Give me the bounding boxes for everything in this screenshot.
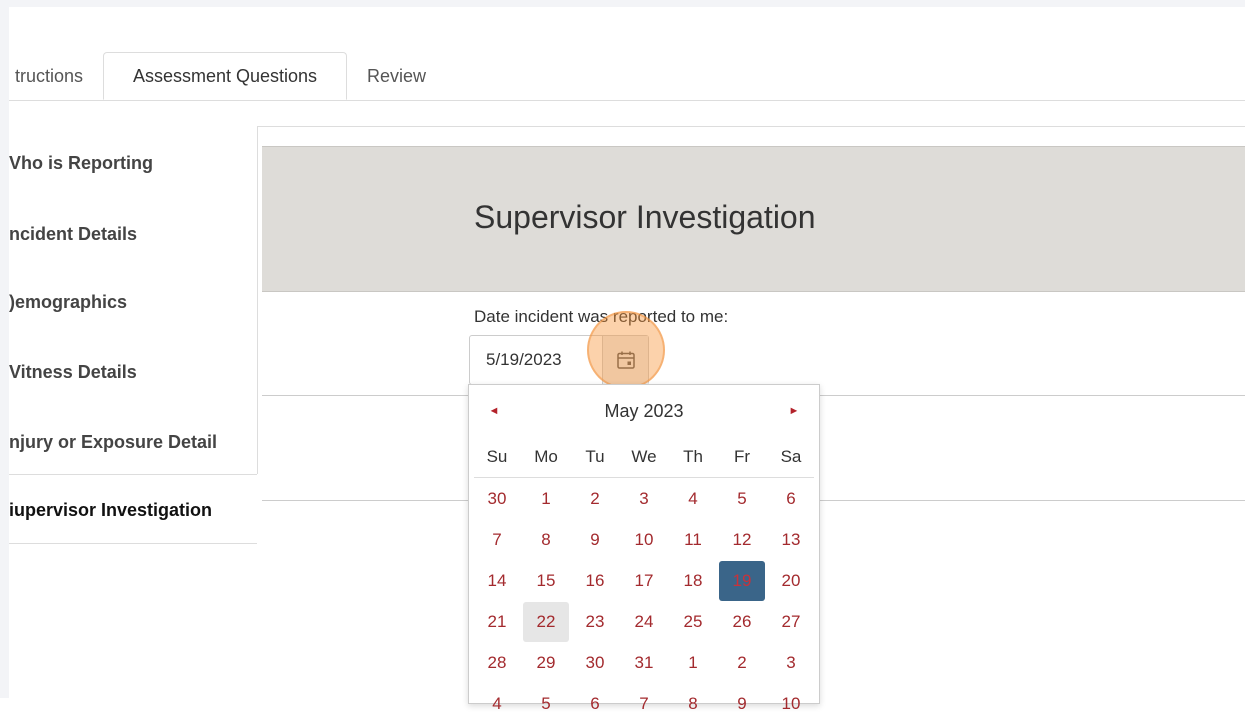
calendar-day[interactable]: 5 xyxy=(523,684,569,724)
calendar-day[interactable]: 2 xyxy=(719,643,765,683)
sidebar-item-witness-details[interactable]: Vitness Details xyxy=(9,337,257,407)
tab-label: Review xyxy=(367,66,427,86)
panel-header: Supervisor Investigation xyxy=(262,146,1245,292)
calendar-day[interactable]: 18 xyxy=(670,561,716,601)
calendar-day[interactable]: 24 xyxy=(621,602,667,642)
sidebar-item-label: njury or Exposure Detail xyxy=(9,432,218,452)
calendar-day[interactable]: 20 xyxy=(768,561,814,601)
calendar-day[interactable]: 21 xyxy=(474,602,520,642)
month-label[interactable]: May 2023 xyxy=(519,385,769,437)
calendar-day[interactable]: 9 xyxy=(572,520,618,560)
calendar-day[interactable]: 23 xyxy=(572,602,618,642)
calendar-day[interactable]: 30 xyxy=(474,479,520,519)
calendar-day[interactable]: 30 xyxy=(572,643,618,683)
sidebar: Vho is Reporting ncident Details )emogra… xyxy=(9,126,257,544)
sidebar-item-incident-details[interactable]: ncident Details xyxy=(9,199,257,269)
weekday-label: Fr xyxy=(733,447,751,466)
sidebar-border xyxy=(257,126,258,474)
weekday-label: Tu xyxy=(585,447,605,466)
datepicker-calendar: ◄ May 2023 ► Su Mo Tu We Th Fr Sa 30 1 2 3 4… xyxy=(468,384,820,713)
sidebar-item-who-is-reporting[interactable]: Vho is Reporting xyxy=(9,128,257,198)
calendar-day[interactable]: 16 xyxy=(572,561,618,601)
calendar-day[interactable]: 3 xyxy=(768,643,814,683)
sidebar-item-label: ncident Details xyxy=(9,224,138,244)
sidebar-item-supervisor-investigation[interactable]: iupervisor Investigation xyxy=(9,474,257,544)
sidebar-item-demographics[interactable]: )emographics xyxy=(9,267,257,337)
date-field xyxy=(469,335,649,385)
top-strip xyxy=(0,0,1245,7)
weekday-header: Su Mo Tu We Th Fr Sa xyxy=(474,437,814,478)
calendar-day[interactable]: 3 xyxy=(621,479,667,519)
calendar-day[interactable]: 9 xyxy=(719,684,765,724)
sidebar-item-injury-exposure[interactable]: njury or Exposure Detail xyxy=(9,407,257,477)
left-strip xyxy=(0,0,9,698)
date-field-label: Date incident was reported to me: xyxy=(474,307,729,326)
calendar-day[interactable]: 4 xyxy=(670,479,716,519)
calendar-day[interactable]: 8 xyxy=(523,520,569,560)
weekday-label: Mo xyxy=(534,447,558,466)
sidebar-item-label: Vitness Details xyxy=(9,362,137,382)
calendar-day[interactable]: 8 xyxy=(670,684,716,724)
calendar-header: ◄ May 2023 ► xyxy=(469,385,819,437)
calendar-day[interactable]: 10 xyxy=(768,684,814,724)
calendar-day[interactable]: 26 xyxy=(719,602,765,642)
calendar-day[interactable]: 6 xyxy=(572,684,618,724)
calendar-day[interactable]: 14 xyxy=(474,561,520,601)
calendar-day[interactable]: 7 xyxy=(621,684,667,724)
calendar-day[interactable]: 7 xyxy=(474,520,520,560)
tab-bar: tructions Assessment Questions Review xyxy=(9,52,1245,101)
calendar-day[interactable]: 6 xyxy=(768,479,814,519)
sidebar-item-label: )emographics xyxy=(9,292,128,312)
calendar-day[interactable]: 15 xyxy=(523,561,569,601)
calendar-icon xyxy=(617,351,635,369)
tab-instructions[interactable]: tructions xyxy=(9,52,101,100)
calendar-day[interactable]: 17 xyxy=(621,561,667,601)
calendar-day[interactable]: 1 xyxy=(523,479,569,519)
calendar-day-today[interactable]: 22 xyxy=(523,602,569,642)
weekday-label: Th xyxy=(683,447,703,466)
prev-month-button[interactable]: ◄ xyxy=(474,385,514,437)
calendar-day-selected[interactable]: 19 xyxy=(719,561,765,601)
tab-label: tructions xyxy=(14,66,83,86)
tab-review[interactable]: Review xyxy=(367,52,447,100)
calendar-day[interactable]: 1 xyxy=(670,643,716,683)
date-input[interactable] xyxy=(470,336,600,384)
calendar-day[interactable]: 11 xyxy=(670,520,716,560)
calendar-day[interactable]: 2 xyxy=(572,479,618,519)
calendar-day[interactable]: 27 xyxy=(768,602,814,642)
tab-assessment-questions[interactable]: Assessment Questions xyxy=(103,52,347,100)
sidebar-item-label: Vho is Reporting xyxy=(9,153,153,173)
weekday-label: Sa xyxy=(780,447,802,466)
calendar-day[interactable]: 10 xyxy=(621,520,667,560)
calendar-day[interactable]: 5 xyxy=(719,479,765,519)
content-border-top xyxy=(257,126,1245,127)
calendar-day[interactable]: 29 xyxy=(523,643,569,683)
tab-label: Assessment Questions xyxy=(132,66,318,86)
panel-title: Supervisor Investigation xyxy=(474,199,816,235)
calendar-day[interactable]: 25 xyxy=(670,602,716,642)
calendar-day[interactable]: 4 xyxy=(474,684,520,724)
calendar-day[interactable]: 28 xyxy=(474,643,520,683)
sidebar-item-label: iupervisor Investigation xyxy=(9,500,213,520)
calendar-day[interactable]: 12 xyxy=(719,520,765,560)
next-month-button[interactable]: ► xyxy=(774,385,814,437)
weekday-label: Su xyxy=(486,447,508,466)
calendar-day[interactable]: 31 xyxy=(621,643,667,683)
calendar-day[interactable]: 13 xyxy=(768,520,814,560)
calendar-button[interactable] xyxy=(602,336,648,384)
weekday-label: We xyxy=(631,447,657,466)
